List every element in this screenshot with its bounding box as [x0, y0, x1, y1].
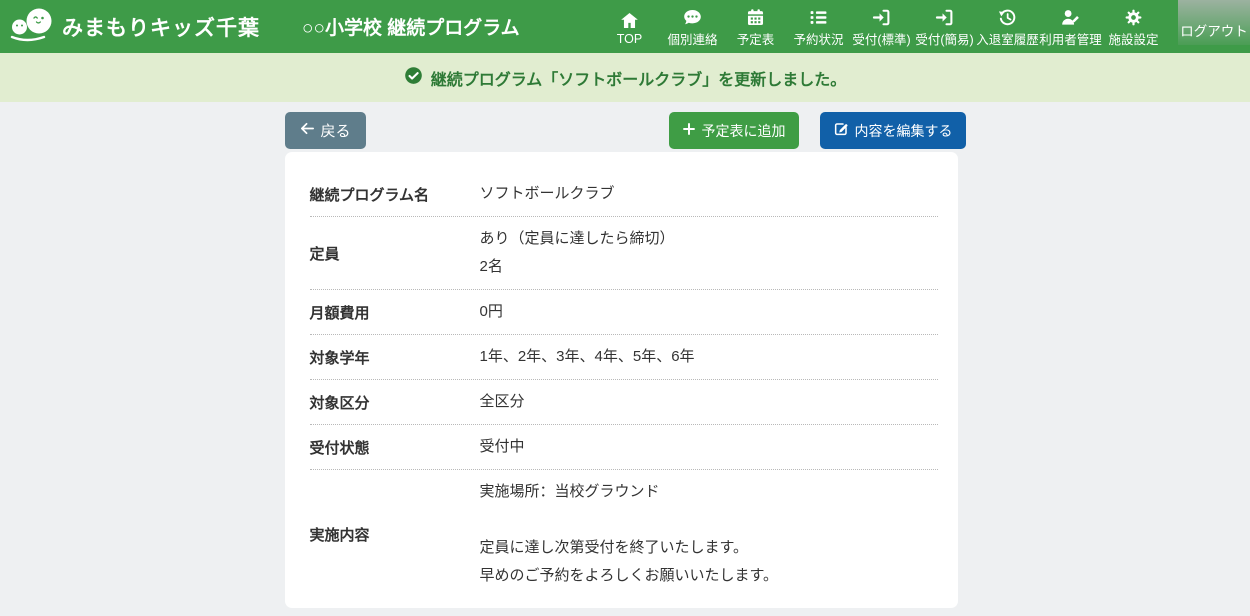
logout-button[interactable]: ログアウト — [1178, 0, 1250, 45]
detail-value: 受付中 — [480, 433, 525, 461]
nav-item-facility-settings[interactable]: 施設設定 — [1102, 0, 1165, 53]
program-detail-card: 継続プログラム名 ソフトボールクラブ 定員 あり（定員に達したら締切） 2名 月… — [285, 152, 958, 608]
detail-row-capacity: 定員 あり（定員に達したら締切） 2名 — [310, 217, 938, 290]
edit-content-button[interactable]: 内容を編集する — [820, 112, 966, 149]
content-area: 戻る 予定表に追加 内容を編集する 継続 — [0, 102, 1250, 608]
arrow-left-icon — [300, 121, 315, 140]
detail-row-reception-status: 受付状態 受付中 — [310, 425, 938, 470]
logo-text: みまもりキッズ千葉 — [62, 12, 260, 42]
detail-label: 対象学年 — [310, 347, 480, 368]
detail-label: 月額費用 — [310, 302, 480, 323]
list-icon — [809, 8, 828, 27]
home-icon — [620, 11, 639, 30]
comment-icon — [683, 8, 702, 27]
nav-item-reception-standard[interactable]: 受付(標準) — [850, 0, 913, 53]
user-edit-icon — [1061, 8, 1080, 27]
history-icon — [998, 8, 1017, 27]
detail-value: ソフトボールクラブ — [480, 180, 615, 208]
detail-value: 全区分 — [480, 388, 525, 416]
back-button[interactable]: 戻る — [285, 112, 366, 149]
detail-label: 実施内容 — [310, 524, 480, 545]
app-logo[interactable]: みまもりキッズ千葉 — [0, 3, 260, 50]
edit-pencil-icon — [833, 121, 849, 140]
nav-item-schedule[interactable]: 予定表 — [724, 0, 787, 53]
nav-item-entry-exit-history[interactable]: 入退室履歴 — [976, 0, 1039, 53]
detail-label: 対象区分 — [310, 392, 480, 413]
success-notification: 継続プログラム「ソフトボールクラブ」を更新しました。 — [0, 53, 1250, 102]
detail-row-target-grades: 対象学年 1年、2年、3年、4年、5年、6年 — [310, 335, 938, 380]
detail-label: 継続プログラム名 — [310, 184, 480, 205]
sign-in-icon — [872, 8, 891, 27]
detail-label: 定員 — [310, 243, 480, 264]
detail-row-program-name: 継続プログラム名 ソフトボールクラブ — [310, 172, 938, 217]
nav-item-individual-contact[interactable]: 個別連絡 — [661, 0, 724, 53]
detail-row-target-category: 対象区分 全区分 — [310, 380, 938, 425]
check-circle-icon — [404, 66, 423, 90]
app-header: みまもりキッズ千葉 ○○小学校 継続プログラム TOP 個別連絡 — [0, 0, 1250, 53]
detail-value: あり（定員に達したら締切） 2名 — [480, 225, 675, 281]
page-title: ○○小学校 継続プログラム — [302, 13, 520, 40]
mascot-icon — [9, 3, 55, 50]
main-nav: TOP 個別連絡 — [598, 0, 1165, 53]
detail-row-monthly-fee: 月額費用 0円 — [310, 290, 938, 335]
gear-icon — [1124, 8, 1143, 27]
detail-value: 1年、2年、3年、4年、5年、6年 — [480, 343, 695, 371]
notification-message: 継続プログラム「ソフトボールクラブ」を更新しました。 — [431, 66, 847, 90]
nav-item-top[interactable]: TOP — [598, 0, 661, 53]
nav-item-user-management[interactable]: 利用者管理 — [1039, 0, 1102, 53]
nav-item-reception-simple[interactable]: 受付(簡易) — [913, 0, 976, 53]
calendar-icon — [746, 8, 765, 27]
plus-icon — [682, 122, 696, 139]
detail-row-implementation-details: 実施内容 実施場所：当校グラウンド 定員に達し次第受付を終了いたします。 早めの… — [310, 470, 938, 598]
add-to-schedule-button[interactable]: 予定表に追加 — [669, 112, 799, 149]
detail-value: 実施場所：当校グラウンド 定員に達し次第受付を終了いたします。 早めのご予約をよ… — [480, 478, 779, 590]
nav-item-reservation-status[interactable]: 予約状況 — [787, 0, 850, 53]
detail-label: 受付状態 — [310, 437, 480, 458]
sign-in-icon — [935, 8, 954, 27]
toolbar: 戻る 予定表に追加 内容を編集する — [285, 112, 966, 149]
detail-value: 0円 — [480, 298, 503, 326]
